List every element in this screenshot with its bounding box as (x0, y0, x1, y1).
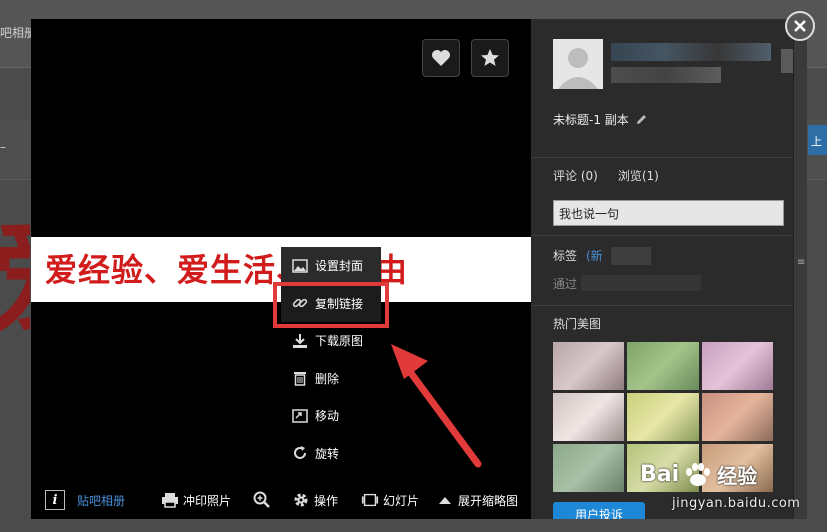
blurred-element (781, 49, 793, 73)
tab-comments[interactable]: 评论 (0) (553, 167, 598, 184)
comment-input[interactable] (553, 200, 784, 226)
paw-icon (686, 462, 711, 486)
triangle-up-icon (436, 491, 454, 509)
zoom-button[interactable] (253, 489, 275, 511)
watermark-url: jingyan.baidu.com (672, 496, 801, 511)
star-button[interactable] (471, 39, 509, 77)
photo-title: 未标题-1 副本 (553, 111, 648, 128)
photo-title-text: 未标题-1 副本 (553, 113, 629, 127)
image-icon (291, 257, 309, 275)
hot-picture-thumbnail[interactable] (553, 444, 625, 492)
watermark-brand: Bai (640, 462, 680, 487)
rotate-icon (291, 444, 309, 462)
blurred-tags-source (581, 275, 701, 291)
divider (531, 157, 793, 158)
menu-item-set-cover[interactable]: 设置封面 (281, 247, 381, 285)
panel-scrollbar[interactable]: ≡ (793, 19, 807, 519)
divider (531, 305, 793, 306)
slideshow-label: 幻灯片 (383, 493, 420, 508)
menu-item-rotate[interactable]: 旋转 (281, 435, 381, 473)
menu-item-delete[interactable]: 删除 (281, 360, 381, 398)
slideshow-icon (361, 491, 379, 509)
tab-views[interactable]: 浏览(1) (618, 167, 659, 184)
blurred-username (611, 43, 771, 61)
watermark: Bai 经验 (640, 460, 757, 489)
context-menu: 设置封面 复制链接 下载原图 删除 移动 旋转 (281, 247, 381, 472)
trash-icon (291, 369, 309, 387)
hot-picture-thumbnail[interactable] (627, 393, 699, 441)
blurred-user-info (611, 67, 721, 83)
print-photo-button[interactable]: 冲印照片 (161, 489, 231, 511)
menu-item-label: 下载原图 (315, 334, 364, 349)
close-button[interactable] (785, 11, 815, 41)
favorite-button[interactable] (422, 39, 460, 77)
hot-pictures-label: 热门美图 (553, 317, 602, 331)
watermark-suffix: 经验 (717, 464, 758, 488)
menu-item-label: 旋转 (315, 446, 340, 461)
operate-button[interactable]: 操作 (292, 489, 338, 511)
background-upload-button[interactable]: 上 (808, 125, 827, 155)
blurred-tags (611, 247, 651, 265)
hot-picture-thumbnail[interactable] (701, 393, 773, 441)
slideshow-button[interactable]: 幻灯片 (361, 489, 419, 511)
red-arrow-annotation (391, 344, 482, 468)
report-button[interactable]: 用户投诉 (553, 502, 645, 519)
info-button[interactable]: i (45, 489, 65, 511)
tieba-album-link[interactable]: 贴吧相册 (77, 489, 125, 511)
avatar[interactable] (553, 39, 603, 89)
heart-icon (432, 50, 450, 66)
print-photo-label: 冲印照片 (183, 493, 232, 508)
image-viewer: 爱经验、爱生活、爱自由 设置封面 复制链接 下载原图 删除 移动 旋转 i 贴吧… (31, 19, 531, 519)
hot-picture-thumbnail[interactable] (701, 342, 773, 390)
operate-label: 操作 (314, 493, 339, 508)
download-icon (291, 332, 309, 350)
divider (531, 235, 793, 236)
printer-icon (161, 491, 179, 509)
pencil-icon[interactable] (635, 113, 648, 126)
background-label: – (0, 140, 6, 154)
panel-tabs: 评论 (0) 浏览(1) (553, 167, 659, 184)
expand-thumbnails-button[interactable]: 展开缩略图 (436, 489, 518, 511)
zoom-in-icon (253, 491, 271, 509)
hot-picture-thumbnail[interactable] (627, 342, 699, 390)
menu-item-label: 设置封面 (315, 259, 364, 274)
highlight-annotation (273, 282, 389, 328)
viewer-toolbar: i 贴吧相册 冲印照片 操作 幻灯片 展开缩略图 (31, 481, 531, 519)
info-icon: i (45, 490, 65, 510)
user-icon (558, 48, 598, 89)
menu-item-label: 删除 (315, 371, 340, 386)
move-icon (291, 407, 309, 425)
gear-icon (292, 491, 310, 509)
menu-item-label: 移动 (315, 409, 340, 424)
close-icon (794, 20, 806, 32)
background-red-text: 爱 (0, 220, 30, 380)
expand-thumbnails-label: 展开缩略图 (458, 493, 519, 508)
tags-via-text: 通过 (553, 277, 578, 291)
scrollbar-grip-icon[interactable]: ≡ (797, 257, 805, 268)
photo-info-panel: 未标题-1 副本 评论 (0) 浏览(1) 标签 (新 通过 热门美图 用户投诉 (531, 19, 793, 519)
hot-picture-thumbnail[interactable] (553, 342, 625, 390)
star-icon (481, 49, 499, 66)
hot-picture-thumbnail[interactable] (553, 393, 625, 441)
tags-label: 标签 (553, 249, 578, 263)
new-tag-link[interactable]: (新 (586, 247, 603, 264)
menu-item-move[interactable]: 移动 (281, 397, 381, 435)
